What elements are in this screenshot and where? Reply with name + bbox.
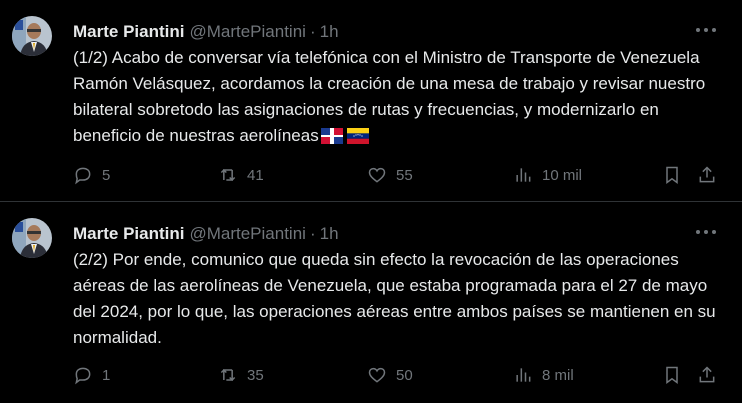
- bookmark-button[interactable]: [662, 363, 682, 387]
- like-count: 50: [396, 366, 413, 384]
- heart-icon: [368, 167, 386, 183]
- author-name[interactable]: Marte Piantini: [73, 224, 184, 244]
- avatar-image: [12, 16, 52, 56]
- share-button[interactable]: [697, 163, 717, 187]
- reply-icon: [75, 367, 91, 385]
- timestamp[interactable]: 1h: [320, 224, 339, 244]
- views-button[interactable]: 10 mil: [513, 163, 582, 187]
- share-button[interactable]: [697, 363, 717, 387]
- views-count: 10 mil: [542, 166, 583, 184]
- separator-dot: ·: [309, 22, 316, 41]
- share-icon: [699, 366, 715, 383]
- flag-venezuela-icon: [347, 128, 370, 144]
- flag-emojis: [320, 126, 370, 152]
- tweet-actions: 1 35 50 8 mil: [73, 363, 720, 387]
- like-button[interactable]: 50: [367, 363, 413, 387]
- separator-dot: ·: [309, 224, 316, 243]
- repost-button[interactable]: 35: [218, 363, 264, 387]
- like-button[interactable]: 55: [367, 163, 413, 187]
- author-handle[interactable]: @MartePiantini: [189, 22, 305, 42]
- flag-dominican-republic-icon: [320, 128, 343, 144]
- tweet-body: (2/2) Por ende, comunico que queda sin e…: [73, 250, 716, 347]
- tweet-text: (1/2) Acabo de conversar vía telefónica …: [73, 45, 723, 152]
- repost-count: 41: [247, 166, 264, 184]
- avatar-image: [12, 218, 52, 258]
- views-count: 8 mil: [542, 366, 574, 384]
- repost-icon: [220, 168, 236, 182]
- repost-count: 35: [247, 366, 264, 384]
- tweet[interactable]: Marte Piantini @MartePiantini · 1h (1/2)…: [0, 0, 742, 202]
- views-button[interactable]: 8 mil: [513, 363, 574, 387]
- reply-count: 5: [102, 166, 111, 184]
- author-name[interactable]: Marte Piantini: [73, 22, 184, 42]
- tweet-text: (2/2) Por ende, comunico que queda sin e…: [73, 247, 723, 351]
- avatar[interactable]: [12, 218, 52, 258]
- timestamp[interactable]: 1h: [320, 22, 339, 42]
- like-count: 55: [396, 166, 413, 184]
- avatar[interactable]: [12, 16, 52, 56]
- bookmark-icon: [666, 366, 678, 384]
- reply-button[interactable]: 5: [73, 163, 110, 187]
- author-handle[interactable]: @MartePiantini: [189, 224, 305, 244]
- heart-icon: [368, 367, 386, 383]
- analytics-icon: [516, 168, 531, 182]
- bookmark-button[interactable]: [662, 163, 682, 187]
- reply-count: 1: [102, 366, 111, 384]
- tweet-body: (1/2) Acabo de conversar vía telefónica …: [73, 48, 706, 145]
- tweet-header: Marte Piantini @MartePiantini · 1h: [73, 21, 339, 43]
- tweet[interactable]: Marte Piantini @MartePiantini · 1h (2/2)…: [0, 202, 742, 403]
- analytics-icon: [516, 368, 531, 382]
- more-icon[interactable]: [696, 228, 716, 236]
- tweet-actions: 5 41 55 10 mil: [73, 163, 720, 187]
- reply-icon: [75, 167, 91, 185]
- tweet-header: Marte Piantini @MartePiantini · 1h: [73, 223, 339, 245]
- reply-button[interactable]: 1: [73, 363, 110, 387]
- repost-button[interactable]: 41: [218, 163, 264, 187]
- bookmark-icon: [666, 166, 678, 184]
- more-icon[interactable]: [696, 26, 716, 34]
- share-icon: [699, 166, 715, 183]
- repost-icon: [220, 368, 236, 382]
